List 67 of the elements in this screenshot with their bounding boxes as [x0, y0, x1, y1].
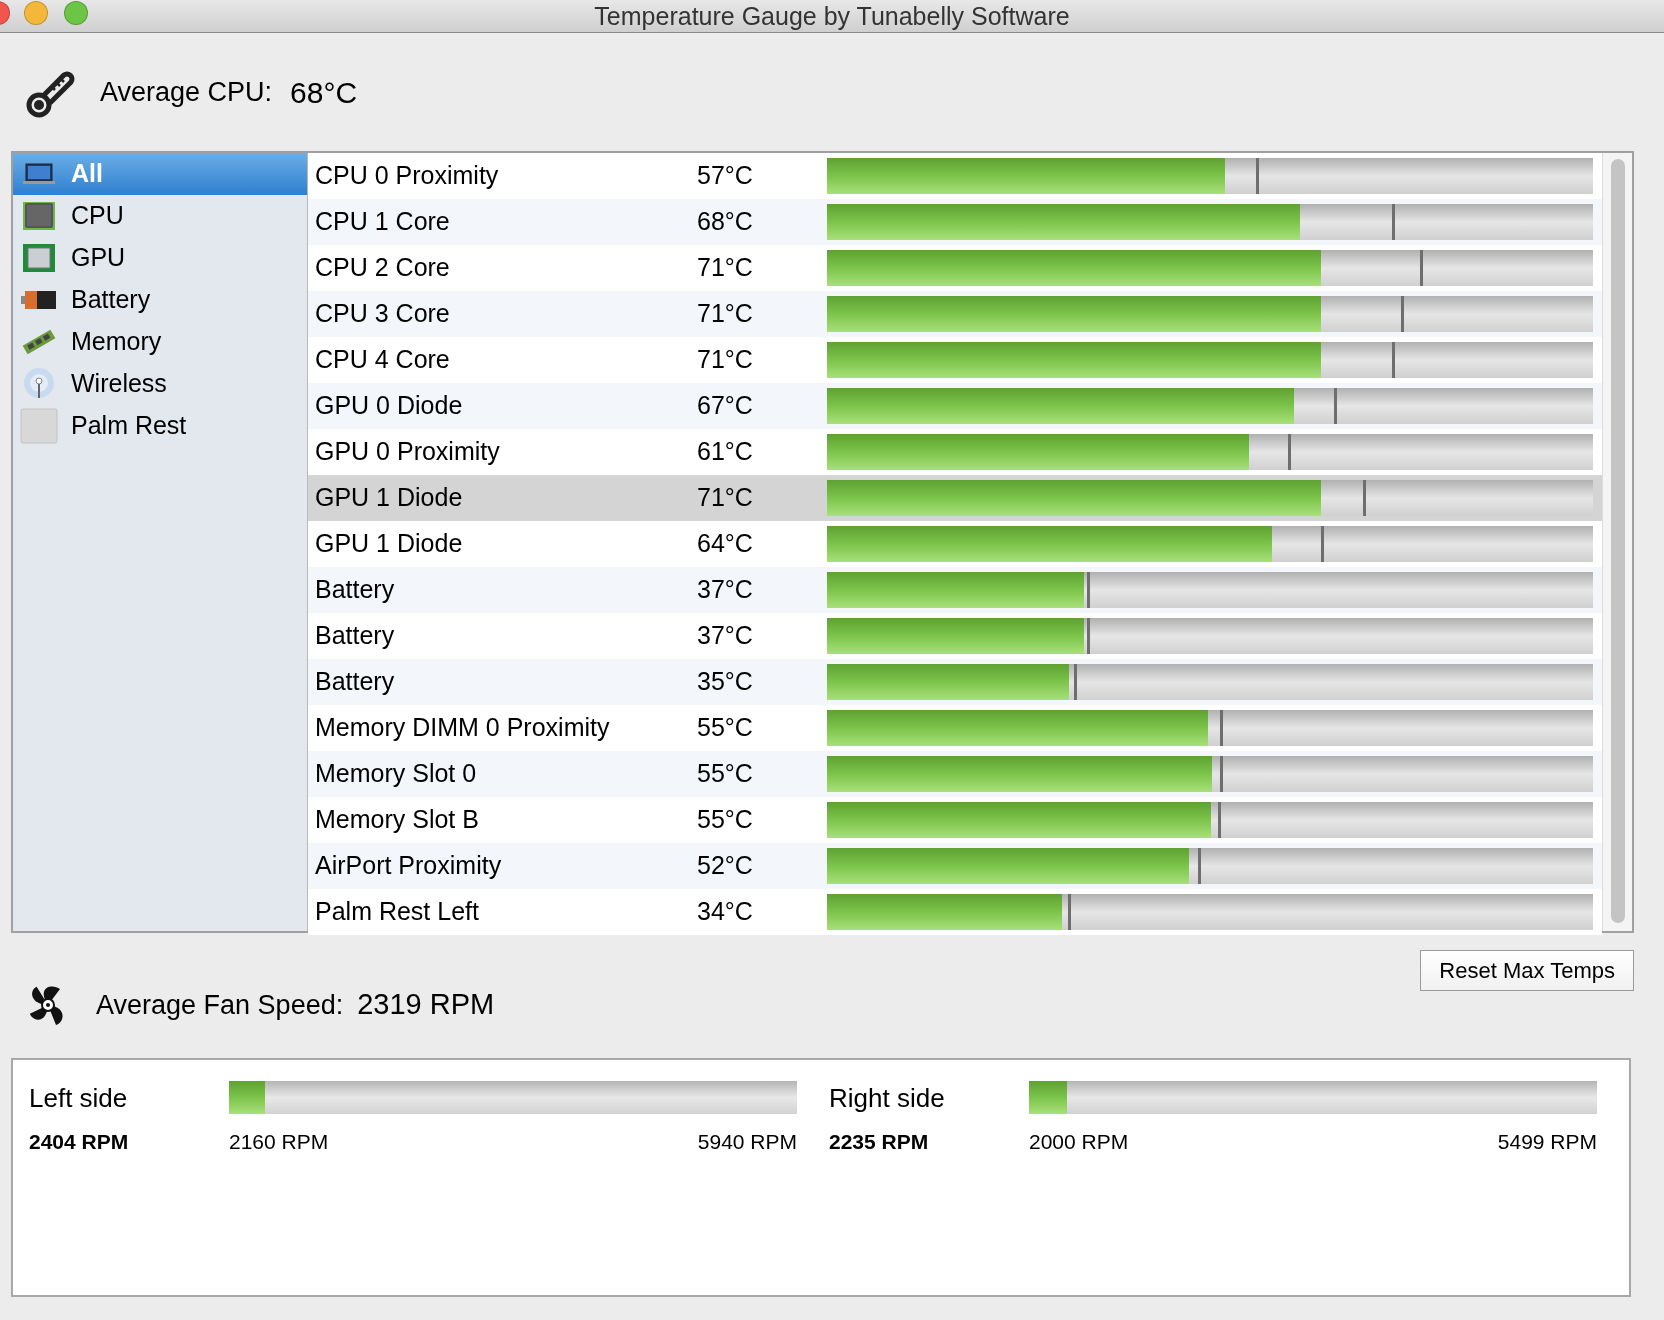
- sidebar-item[interactable]: GPU: [13, 237, 307, 279]
- sensor-name: Memory DIMM 0 Proximity: [314, 712, 611, 744]
- sensor-name: Memory Slot B: [314, 804, 480, 836]
- fan-speed: 2404 RPM: [29, 1129, 130, 1155]
- sensor-name: GPU 1 Diode: [314, 528, 464, 560]
- min-speed: 2000 RPM: [1029, 1129, 1129, 1155]
- sensor-name: GPU 1 Diode: [314, 482, 464, 514]
- sensor-temperature: 55°C: [697, 712, 754, 744]
- sensor-name: CPU 2 Core: [314, 252, 451, 284]
- sensor-row[interactable]: GPU 1 Diode 71°C: [308, 475, 1602, 521]
- sensor-row[interactable]: GPU 0 Diode 67°C: [308, 383, 1602, 429]
- sensor-temperature: 68°C: [697, 206, 754, 238]
- sidebar-item[interactable]: Memory: [13, 321, 307, 363]
- sensor-name: Battery: [314, 574, 396, 606]
- min-speed: 2160 RPM: [229, 1129, 329, 1155]
- sensor-temperature: 71°C: [697, 298, 754, 330]
- sensor-name: AirPort Proximity: [314, 850, 503, 882]
- sidebar-item[interactable]: Battery: [13, 279, 307, 321]
- sensor-name: Memory Slot 0: [314, 758, 478, 790]
- sensor-name: CPU 0 Proximity: [314, 160, 500, 192]
- fan-speed: 2235 RPM: [829, 1129, 930, 1155]
- average-fan-speed-value: 2319 RPM: [357, 987, 495, 1023]
- sensor-name: CPU 1 Core: [314, 206, 451, 238]
- fan-name: Right side: [829, 1082, 946, 1115]
- sensor-temperature: 35°C: [697, 666, 754, 698]
- sensor-temperature: 37°C: [697, 574, 754, 606]
- sensor-name: Palm Rest Left: [314, 896, 480, 928]
- average-fan-speed-label: Average Fan Speed:: [96, 988, 344, 1022]
- sensor-row[interactable]: CPU 3 Core 71°C: [308, 291, 1602, 337]
- sensor-name: GPU 0 Diode: [314, 390, 464, 422]
- reset-max-temps-button[interactable]: Reset Max Temps: [1420, 950, 1634, 991]
- sensor-temperature: 52°C: [697, 850, 754, 882]
- sensor-name: CPU 4 Core: [314, 344, 451, 376]
- max-speed: 5499 RPM: [1497, 1129, 1597, 1155]
- sensor-temperature: 71°C: [697, 482, 754, 514]
- sensor-row[interactable]: AirPort Proximity 52°C: [308, 843, 1602, 889]
- fan-name: Left side: [29, 1082, 129, 1115]
- sensor-temperature: 67°C: [697, 390, 754, 422]
- sensor-name: Battery: [314, 666, 396, 698]
- window-title: Temperature Gauge by Tunabelly Software: [594, 3, 1070, 29]
- sensor-temperature: 55°C: [697, 804, 754, 836]
- scroll-thumb[interactable]: [1610, 159, 1625, 923]
- sensor-name: Battery: [314, 620, 396, 652]
- sensor-name: GPU 0 Proximity: [314, 436, 501, 468]
- sidebar-item[interactable]: CPU: [13, 195, 307, 237]
- sensor-temperature: 57°C: [697, 160, 754, 192]
- sensor-temperature: 55°C: [697, 758, 754, 790]
- sidebar-item[interactable]: Wireless: [13, 363, 307, 405]
- minimize-button[interactable]: [24, 1, 48, 25]
- max-speed: 5940 RPM: [697, 1129, 797, 1155]
- zoom-button[interactable]: [64, 1, 88, 25]
- sensor-temperature: 71°C: [697, 344, 754, 376]
- sensor-temperature: 64°C: [697, 528, 754, 560]
- average-cpu-label: Average CPU:: [100, 75, 273, 109]
- sensor-temperature: 71°C: [697, 252, 754, 284]
- blank-square-icon: [19, 408, 59, 444]
- sensor-temperature: 61°C: [697, 436, 754, 468]
- sensor-row[interactable]: Memory Slot 0 55°C: [308, 751, 1602, 797]
- sensor-row[interactable]: Battery 37°C: [308, 567, 1602, 613]
- sensor-name: CPU 3 Core: [314, 298, 451, 330]
- sensor-row[interactable]: Battery 35°C: [308, 659, 1602, 705]
- sensor-temperature: 37°C: [697, 620, 754, 652]
- sensor-temperature: 34°C: [697, 896, 754, 928]
- average-cpu-value: 68°C: [290, 74, 358, 111]
- scroll-bar[interactable]: [1602, 153, 1632, 931]
- sidebar-item[interactable]: Palm Rest: [13, 405, 307, 447]
- sensor-row[interactable]: CPU 1 Core 68°C: [308, 199, 1602, 245]
